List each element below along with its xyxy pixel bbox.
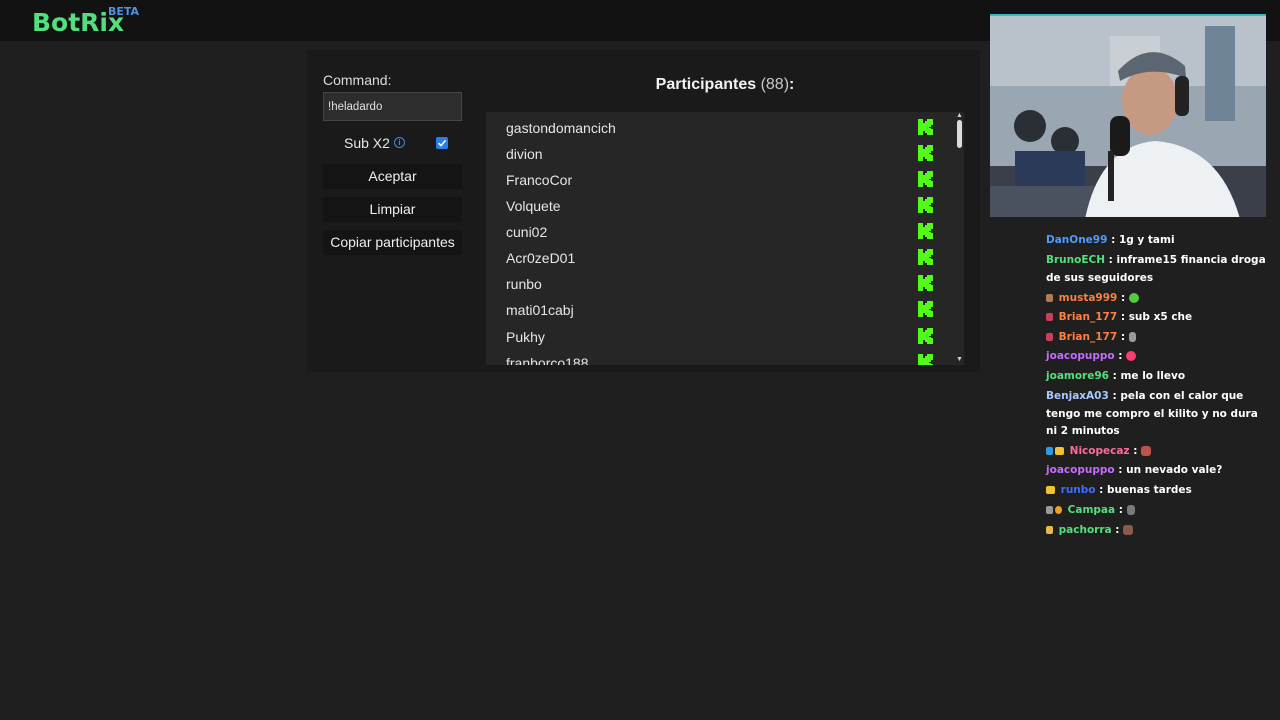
user-badge-icon: [1046, 333, 1053, 341]
emote-icon: [1126, 505, 1135, 515]
user-badge-icon: [1046, 447, 1053, 455]
participant-name: Pukhy: [506, 329, 545, 345]
user-badge-icon: [1046, 526, 1053, 534]
chat-username: BenjaxA03: [1046, 390, 1109, 402]
emote-icon: [1123, 525, 1134, 535]
chat-message: Nicopecaz :: [1046, 443, 1266, 461]
sub-x2-checkbox[interactable]: [436, 137, 448, 149]
participant-name: Acr0zeD01: [506, 250, 576, 266]
participants-title-suffix: :: [789, 76, 795, 93]
list-item: franborco188: [486, 349, 946, 365]
list-scrollbar[interactable]: ▲ ▼: [955, 112, 964, 365]
kick-logo-icon: [918, 171, 933, 187]
list-item: divion: [486, 140, 946, 166]
emote-icon: [1128, 293, 1139, 303]
participant-name: Volquete: [506, 198, 561, 214]
list-item: FrancoCor: [486, 166, 946, 192]
list-item: mati01cabj: [486, 296, 946, 322]
participants-list[interactable]: gastondomancich divion FrancoCor Volquet…: [486, 112, 964, 365]
list-item: Acr0zeD01: [486, 244, 946, 270]
chat-message: DanOne99 : 1g y tami: [1046, 234, 1175, 246]
chat-message: musta999 :: [1046, 290, 1266, 308]
chat-message: joacopuppo :: [1046, 348, 1266, 366]
chat-message: BrunoECH : inframe15 financia droga de s…: [1046, 254, 1266, 284]
crown-badge-icon: [1055, 447, 1064, 455]
check-icon: [437, 139, 447, 147]
chat-message: joamore96 : me lo llevo: [1046, 370, 1186, 382]
chat-username: musta999: [1058, 292, 1118, 304]
list-item: gastondomancich: [486, 114, 946, 140]
kick-logo-icon: [918, 354, 933, 365]
chat-message: joacopuppo : un nevado vale?: [1046, 464, 1223, 476]
chat-message: Brian_177 :: [1046, 329, 1266, 347]
user-badge-icon: [1046, 294, 1053, 302]
list-item: Volquete: [486, 192, 946, 218]
chat-username: Brian_177: [1058, 311, 1118, 323]
chat-message: Campaa :: [1046, 502, 1266, 520]
participant-name: cuni02: [506, 224, 548, 240]
info-icon[interactable]: i: [394, 137, 405, 148]
kick-logo-icon: [918, 119, 933, 135]
webcam-overlay: [990, 14, 1266, 217]
chat-username: pachorra: [1058, 524, 1112, 536]
chat-text: me lo llevo: [1120, 370, 1186, 382]
kick-logo-icon: [918, 145, 933, 161]
user-badge-icon: [1046, 313, 1053, 321]
kick-logo-icon: [918, 197, 933, 213]
participant-name: FrancoCor: [506, 172, 573, 188]
user-badge-icon: [1046, 506, 1053, 514]
chat-text: 1g y tami: [1118, 234, 1175, 246]
clear-button[interactable]: Limpiar: [323, 197, 462, 222]
scroll-up-arrow-icon[interactable]: ▲: [956, 112, 963, 119]
chat-username: BrunoECH: [1046, 254, 1106, 266]
chat-username: joamore96: [1046, 370, 1109, 382]
chat-username: DanOne99: [1046, 234, 1108, 246]
participant-name: divion: [506, 146, 543, 162]
emote-icon: [1141, 446, 1152, 456]
kick-logo-icon: [918, 328, 933, 344]
chat-message: Brian_177 : sub x5 che: [1046, 309, 1266, 327]
chat-message: BenjaxA03 : pela con el calor que tengo …: [1046, 390, 1258, 437]
chat-text: un nevado vale?: [1126, 464, 1223, 476]
chat-username: Nicopecaz: [1069, 445, 1130, 457]
emote-icon: [1126, 351, 1137, 361]
sub-x2-row: Sub X2 i: [323, 133, 462, 153]
participants-title-text: Participantes: [655, 76, 757, 93]
chat-username: joacopuppo: [1046, 350, 1115, 362]
accept-button[interactable]: Aceptar: [323, 164, 462, 189]
list-item: runbo: [486, 270, 946, 296]
streamer-webcam-image: [990, 16, 1266, 217]
crown-badge-icon: [1046, 486, 1055, 494]
emote-icon: [1128, 332, 1136, 342]
chat-message: runbo : buenas tardes: [1046, 482, 1266, 500]
chat-text: buenas tardes: [1107, 484, 1192, 496]
kick-logo-icon: [918, 249, 933, 265]
chat-username: Brian_177: [1058, 331, 1118, 343]
scroll-down-arrow-icon[interactable]: ▼: [956, 356, 963, 363]
beta-badge: BETA: [108, 5, 140, 18]
chat-username: joacopuppo: [1046, 464, 1115, 476]
participant-name: gastondomancich: [506, 120, 616, 136]
gift-badge-icon: [1055, 506, 1062, 514]
participants-count: (88): [760, 76, 790, 93]
copy-participants-button[interactable]: Copiar participantes: [323, 230, 462, 255]
participant-name: mati01cabj: [506, 302, 574, 318]
participant-name: franborco188: [506, 355, 589, 365]
chat-text: sub x5 che: [1128, 311, 1193, 323]
scroll-thumb[interactable]: [957, 120, 962, 148]
chat-username: Campaa: [1067, 504, 1116, 516]
kick-logo-icon: [918, 275, 933, 291]
kick-logo-icon: [918, 223, 933, 239]
sub-x2-label: Sub X2: [344, 135, 390, 151]
kick-logo-icon: [918, 301, 933, 317]
command-label: Command:: [323, 72, 392, 88]
list-item: Pukhy: [486, 323, 946, 349]
participant-name: runbo: [506, 276, 542, 292]
chat-username: runbo: [1060, 484, 1096, 496]
list-item: cuni02: [486, 218, 946, 244]
participants-title: Participantes (88):: [486, 76, 964, 94]
command-input[interactable]: [323, 92, 462, 121]
chat-message: pachorra :: [1046, 522, 1266, 540]
